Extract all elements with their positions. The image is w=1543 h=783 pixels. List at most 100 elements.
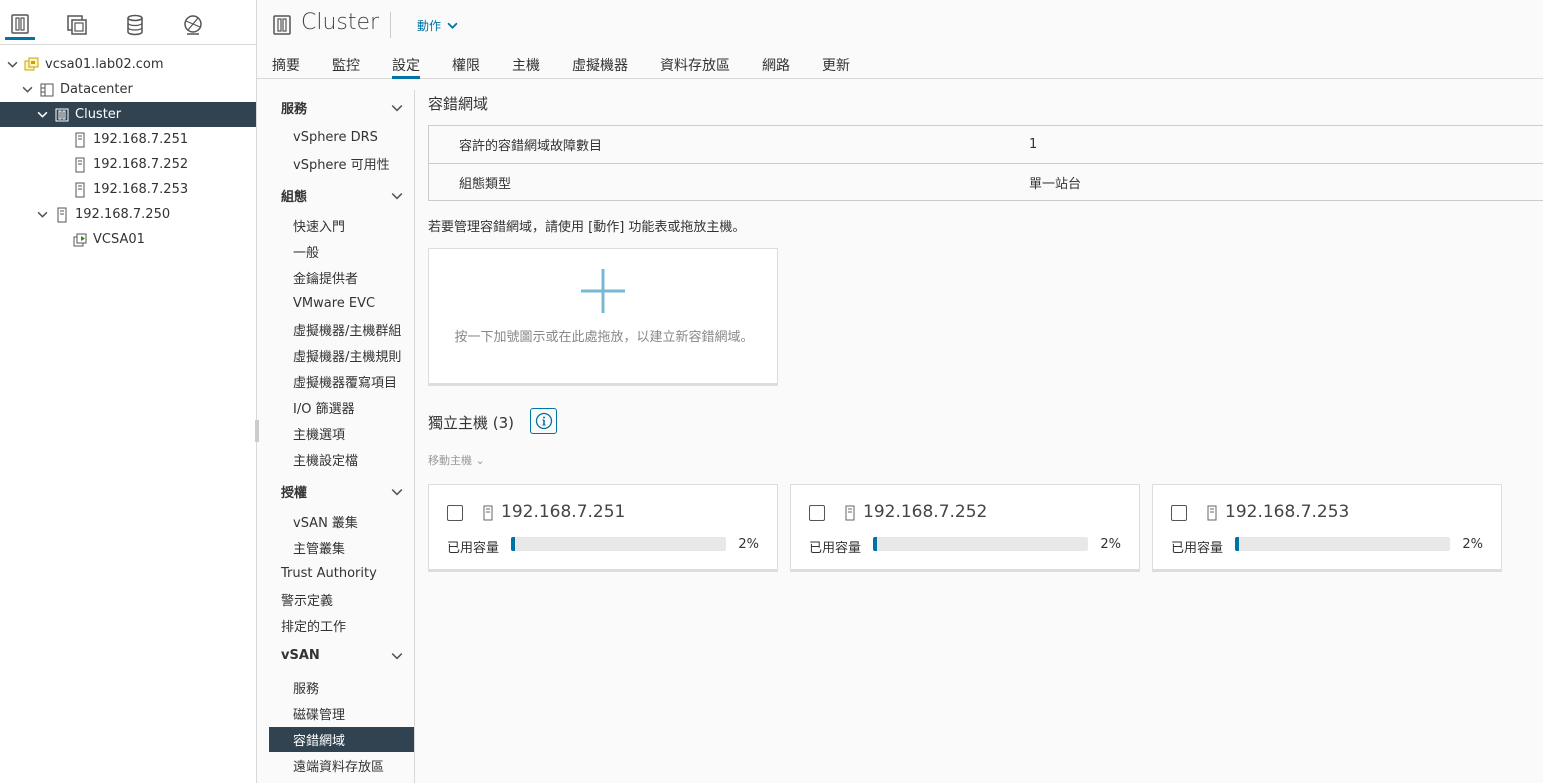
property-row: 組態類型 單一站台 [429,163,1543,200]
hosts-clusters-icon [11,13,29,34]
settings-item-evc[interactable]: VMware EVC [269,291,414,316]
capacity-bar-fill [511,537,516,551]
info-button[interactable] [530,408,557,434]
host-icon [1207,505,1217,521]
dropzone-text: 按一下加號圖示或在此處拖放，以建立新容錯網域。 [454,330,754,345]
settings-item-alarm-definitions[interactable]: 警示定義 [269,587,414,612]
property-row: 容許的容錯網域故障數目 1 [429,126,1543,163]
settings-nav: 服務 vSphere DRS vSphere 可用性 組態 快速入門 一般 金鑰… [269,90,415,783]
settings-item-quickstart[interactable]: 快速入門 [269,213,414,238]
tab-updates[interactable]: 更新 [822,55,850,79]
settings-item-io-filters[interactable]: I/O 篩選器 [269,395,414,420]
fault-domain-properties: 容許的容錯網域故障數目 1 組態類型 單一站台 [428,125,1543,201]
settings-group-vsan[interactable]: vSAN [281,648,403,663]
host-checkbox[interactable] [1171,505,1187,521]
settings-item-vm-host-groups[interactable]: 虛擬機器/主機群組 [269,317,414,342]
actions-menu-button[interactable]: 動作 [417,17,458,34]
capacity-percent: 2% [738,537,759,552]
capacity-bar [511,537,726,551]
chevron-down-icon[interactable] [35,208,49,222]
settings-group-services[interactable]: 服務 [281,98,403,117]
group-title: 服務 [281,102,308,117]
chevron-down-icon[interactable] [5,58,19,72]
storage-icon [127,14,143,36]
chevron-down-icon: ⌄ [475,454,485,467]
host-card[interactable]: 192.168.7.253 已用容量 2% [1152,484,1502,572]
settings-item-vsan-cluster[interactable]: vSAN 叢集 [269,509,414,534]
host-icon [483,505,493,521]
group-title: vSAN [281,648,320,663]
host-name: 192.168.7.252 [863,502,988,522]
info-icon [535,412,552,430]
settings-group-licensing[interactable]: 授權 [281,482,403,501]
manage-hint-text: 若要管理容錯網域，請使用 [動作] 功能表或拖放主機。 [428,220,746,235]
create-fault-domain-dropzone[interactable]: 按一下加號圖示或在此處拖放，以建立新容錯網域。 [428,248,778,386]
move-hosts-label: 移動主機 [428,454,472,467]
pane-splitter-handle[interactable] [255,420,259,442]
tab-datastores[interactable]: 資料存放區 [660,55,730,79]
tree-item-datacenter[interactable]: Datacenter [0,77,256,102]
tree-item-cluster[interactable]: Cluster [0,102,256,127]
settings-item-host-options[interactable]: 主機選項 [269,421,414,446]
host-name: 192.168.7.251 [501,502,626,522]
property-value: 1 [1029,137,1038,152]
settings-item-supervisor-cluster[interactable]: 主管叢集 [269,535,414,560]
capacity-label: 已用容量 [447,541,500,556]
tree-item-host-251[interactable]: 192.168.7.251 [0,127,256,152]
tree-item-vm-vcsa01[interactable]: VCSA01 [0,227,256,252]
host-icon [54,207,70,223]
chevron-down-icon[interactable] [20,83,34,97]
host-icon [72,132,88,148]
tree-item-label: 192.168.7.253 [93,182,189,197]
tab-vms[interactable]: 虛擬機器 [572,55,628,79]
capacity-percent: 2% [1462,537,1483,552]
settings-item-scheduled-tasks[interactable]: 排定的工作 [269,613,414,638]
tree-item-label: Datacenter [60,82,133,97]
cluster-icon [273,15,291,35]
storage-tab[interactable] [120,10,150,40]
settings-group-configuration[interactable]: 組態 [281,186,403,205]
hosts-clusters-tab[interactable] [5,10,35,40]
settings-item-disk-management[interactable]: 磁碟管理 [269,701,414,726]
vms-templates-tab[interactable] [62,10,92,40]
plus-icon[interactable] [579,267,627,315]
tab-monitor[interactable]: 監控 [332,55,360,79]
tree-item-host-250[interactable]: 192.168.7.250 [0,202,256,227]
property-value: 單一站台 [1029,176,1082,192]
settings-item-vsan-services[interactable]: 服務 [269,675,414,700]
settings-item-key-providers[interactable]: 金鑰提供者 [269,265,414,290]
settings-item-vm-overrides[interactable]: 虛擬機器覆寫項目 [269,369,414,394]
tree-item-vcenter[interactable]: vcsa01.lab02.com [0,52,256,77]
host-card[interactable]: 192.168.7.251 已用容量 2% [428,484,778,572]
group-title: 授權 [281,486,308,501]
tab-hosts[interactable]: 主機 [512,55,540,79]
datacenter-icon [39,82,55,98]
host-checkbox[interactable] [447,505,463,521]
networking-tab[interactable] [178,10,208,40]
tree-item-host-252[interactable]: 192.168.7.252 [0,152,256,177]
chevron-down-icon[interactable] [35,108,49,122]
host-card[interactable]: 192.168.7.252 已用容量 2% [790,484,1140,572]
host-name: 192.168.7.253 [1225,502,1350,522]
settings-item-ha[interactable]: vSphere 可用性 [269,151,414,176]
tab-summary[interactable]: 摘要 [272,55,300,79]
tree-item-label: vcsa01.lab02.com [45,57,164,72]
host-icon [72,182,88,198]
capacity-label: 已用容量 [809,541,862,556]
host-checkbox[interactable] [809,505,825,521]
settings-item-host-profile[interactable]: 主機設定檔 [269,447,414,472]
settings-item-general[interactable]: 一般 [269,239,414,264]
networking-icon [184,15,202,35]
tab-permissions[interactable]: 權限 [452,55,480,79]
host-icon [72,157,88,173]
tree-item-label: 192.168.7.252 [93,157,189,172]
settings-item-drs[interactable]: vSphere DRS [269,125,414,150]
settings-item-fault-domains[interactable]: 容錯網域 [269,727,414,752]
move-hosts-dropdown[interactable]: 移動主機 ⌄ [428,452,485,468]
settings-item-vm-host-rules[interactable]: 虛擬機器/主機規則 [269,343,414,368]
settings-item-trust-authority[interactable]: Trust Authority [269,561,414,586]
tab-configure[interactable]: 設定 [392,55,420,79]
settings-item-remote-datastores[interactable]: 遠端資料存放區 [269,753,414,778]
tab-networks[interactable]: 網路 [762,55,790,79]
tree-item-host-253[interactable]: 192.168.7.253 [0,177,256,202]
